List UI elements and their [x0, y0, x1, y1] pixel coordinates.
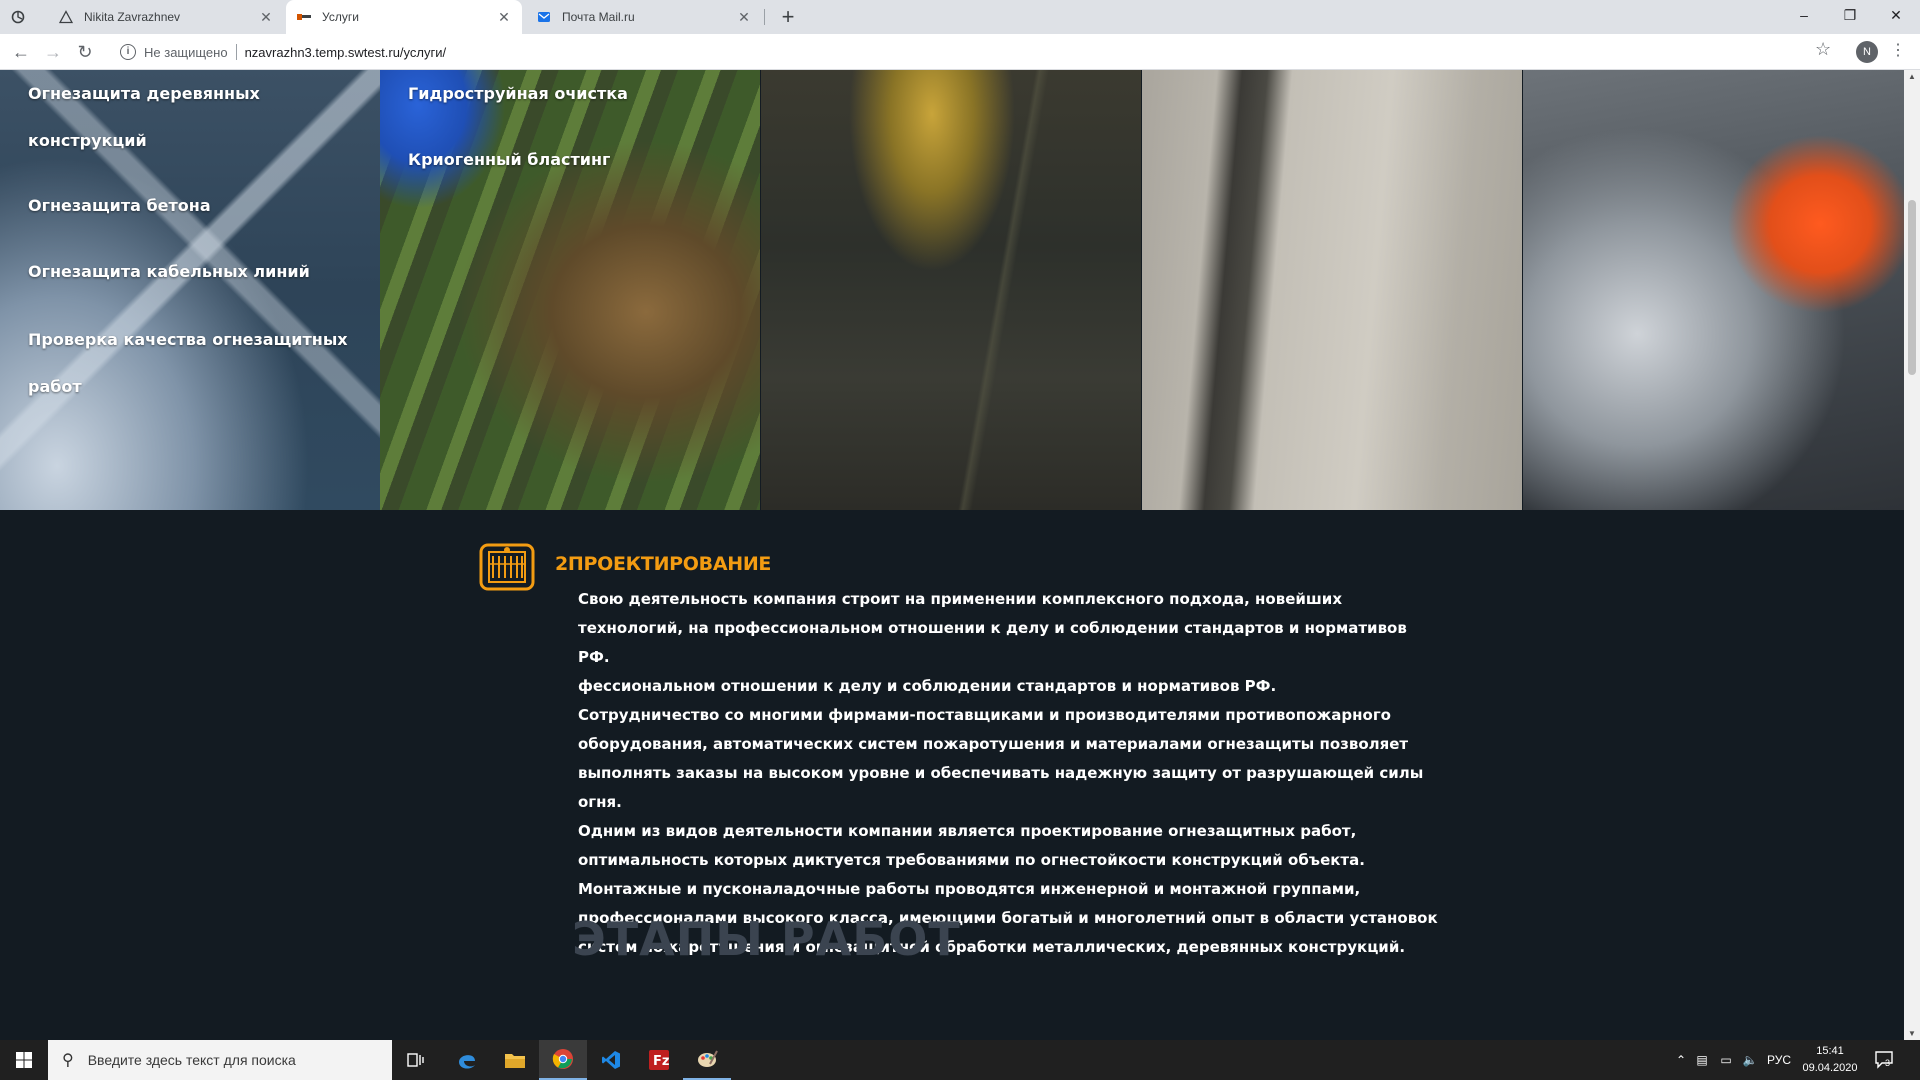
tab-title: Почта Mail.ru — [562, 10, 635, 24]
service-link-concrete-fireproofing[interactable]: Огнезащита бетона — [28, 182, 358, 229]
section-body: Свою деятельность компания строит на при… — [578, 585, 1438, 962]
chrome-icon[interactable] — [539, 1040, 587, 1080]
show-hidden-icons-icon[interactable]: ⌃ — [1672, 1053, 1690, 1067]
section-paragraph: Свою деятельность компания строит на при… — [578, 590, 1407, 666]
browser-menu-icon[interactable]: ⋮ — [1890, 40, 1906, 60]
tab-close-icon[interactable]: ✕ — [736, 9, 752, 26]
reload-button[interactable]: ↻ — [72, 39, 98, 65]
service-link-cable-fireproofing[interactable]: Огнезащита кабельных линий — [28, 248, 358, 295]
site-logo-icon — [296, 9, 312, 25]
taskbar-search[interactable]: ⚲ Введите здесь текст для поиска — [48, 1040, 392, 1080]
tab-nikita[interactable]: Nikita Zavrazhnev ✕ — [48, 0, 284, 34]
section-paragraph: Одним из видов деятельности компании явл… — [578, 822, 1365, 869]
url-text[interactable]: nzavrazhn3.temp.swtest.ru/услуги/ — [245, 45, 447, 60]
scroll-down-arrow[interactable]: ▼ — [1904, 1029, 1920, 1038]
tab-search-button[interactable] — [0, 0, 48, 34]
windows-taskbar: ⚲ Введите здесь текст для поиска Fz ⌃ ▤ … — [0, 1040, 1920, 1080]
divider — [235, 44, 237, 60]
windows-logo-icon — [16, 1052, 32, 1068]
taskbar-clock[interactable]: 15:41 09.04.2020 — [1800, 1043, 1860, 1077]
service-menu-right: Гидроструйная очистка Криогенный бластин… — [380, 70, 760, 510]
design-section: 2ПРОЕКТИРОВАНИЕ Свою деятельность компан… — [0, 510, 1904, 1040]
scrollbar-thumb[interactable] — [1908, 200, 1916, 375]
clock-time: 15:41 — [1816, 1045, 1844, 1057]
tab-search-icon — [10, 9, 26, 25]
scroll-up-arrow[interactable]: ▲ — [1904, 72, 1920, 81]
tab-close-icon[interactable]: ✕ — [496, 9, 512, 26]
section-paragraph: фессиональном отношении к делу и соблюде… — [578, 677, 1277, 695]
edge-icon[interactable] — [443, 1040, 491, 1080]
address-bar[interactable]: i Не защищено nzavrazhn3.temp.swtest.ru/… — [108, 38, 1848, 66]
stages-heading: ЭТАПЫ РАБОТ — [572, 912, 961, 966]
tab-mail[interactable]: Почта Mail.ru ✕ — [526, 0, 762, 34]
page-viewport: Огнезащита деревянных конструкций Огнеза… — [0, 70, 1904, 1040]
section-paragraph: Сотрудничество со многими фирмами-постав… — [578, 706, 1424, 811]
service-link-hydro-jet-cleaning[interactable]: Гидроструйная очистка — [408, 70, 738, 117]
minimize-button[interactable]: – — [1781, 0, 1827, 30]
services-gallery: Огнезащита деревянных конструкций Огнеза… — [0, 70, 1904, 510]
security-label: Не защищено — [144, 44, 228, 60]
restore-button[interactable]: ❐ — [1827, 0, 1873, 30]
browser-toolbar: ← → ↻ i Не защищено nzavrazhn3.temp.swte… — [0, 34, 1920, 70]
info-icon[interactable]: i — [120, 44, 136, 60]
tab-services[interactable]: Услуги ✕ — [286, 0, 522, 34]
page-scrollbar[interactable]: ▲ ▼ — [1904, 70, 1920, 1040]
paint-app-icon[interactable] — [683, 1040, 731, 1080]
action-center-icon[interactable]: 3 — [1874, 1049, 1896, 1069]
bookmark-star-icon[interactable]: ☆ — [1815, 39, 1831, 60]
new-tab-button[interactable]: + — [775, 4, 801, 30]
profile-avatar[interactable]: N — [1856, 41, 1878, 63]
gallery-image-concrete — [1142, 70, 1522, 510]
start-button[interactable] — [0, 1040, 48, 1080]
close-window-button[interactable]: ✕ — [1873, 0, 1919, 30]
section-title: 2ПРОЕКТИРОВАНИЕ — [555, 553, 772, 575]
service-link-quality-check[interactable]: Проверка качества огнезащитных работ — [28, 316, 358, 410]
tab-title: Nikita Zavrazhnev — [84, 10, 181, 24]
filezilla-icon[interactable]: Fz — [635, 1040, 683, 1080]
forward-button[interactable]: → — [40, 39, 66, 65]
system-tray: ⌃ ▤ ▭ 🔈 РУС — [1672, 1040, 1796, 1080]
svg-text:Fz: Fz — [653, 1054, 669, 1069]
tab-title: Услуги — [322, 10, 359, 24]
vscode-icon[interactable] — [587, 1040, 635, 1080]
gallery-image-turbine: Гидроструйная очистка Криогенный бластин… — [380, 70, 760, 510]
network-icon[interactable]: ▭ — [1714, 1053, 1738, 1067]
gallery-image-crane — [761, 70, 1141, 510]
battery-icon[interactable]: ▤ — [1690, 1053, 1714, 1067]
search-placeholder: Введите здесь текст для поиска — [87, 1052, 296, 1068]
service-link-wood-fireproofing[interactable]: Огнезащита деревянных конструкций — [28, 70, 358, 164]
notification-count: 3 — [1885, 1058, 1891, 1068]
volume-icon[interactable]: 🔈 — [1738, 1053, 1762, 1067]
gallery-image-steel-coating: Огнезащита деревянных конструкций Огнеза… — [0, 70, 380, 510]
mail-icon — [536, 9, 552, 25]
service-link-cryo-blasting[interactable]: Криогенный бластинг — [408, 136, 738, 183]
blueprint-icon — [478, 540, 536, 594]
task-view-icon[interactable] — [392, 1040, 440, 1080]
service-menu-left: Огнезащита деревянных конструкций Огнеза… — [0, 70, 380, 510]
tab-separator — [764, 9, 765, 25]
file-explorer-icon[interactable] — [491, 1040, 539, 1080]
back-button[interactable]: ← — [8, 39, 34, 65]
tab-close-icon[interactable]: ✕ — [258, 9, 274, 26]
search-icon: ⚲ — [62, 1052, 74, 1069]
browser-tab-strip: Nikita Zavrazhnev ✕ Услуги ✕ Почта Mail.… — [0, 0, 1920, 34]
clock-date: 09.04.2020 — [1802, 1062, 1858, 1074]
language-indicator[interactable]: РУС — [1762, 1053, 1796, 1067]
gallery-image-worker — [1523, 70, 1904, 510]
warning-triangle-icon — [58, 9, 74, 25]
